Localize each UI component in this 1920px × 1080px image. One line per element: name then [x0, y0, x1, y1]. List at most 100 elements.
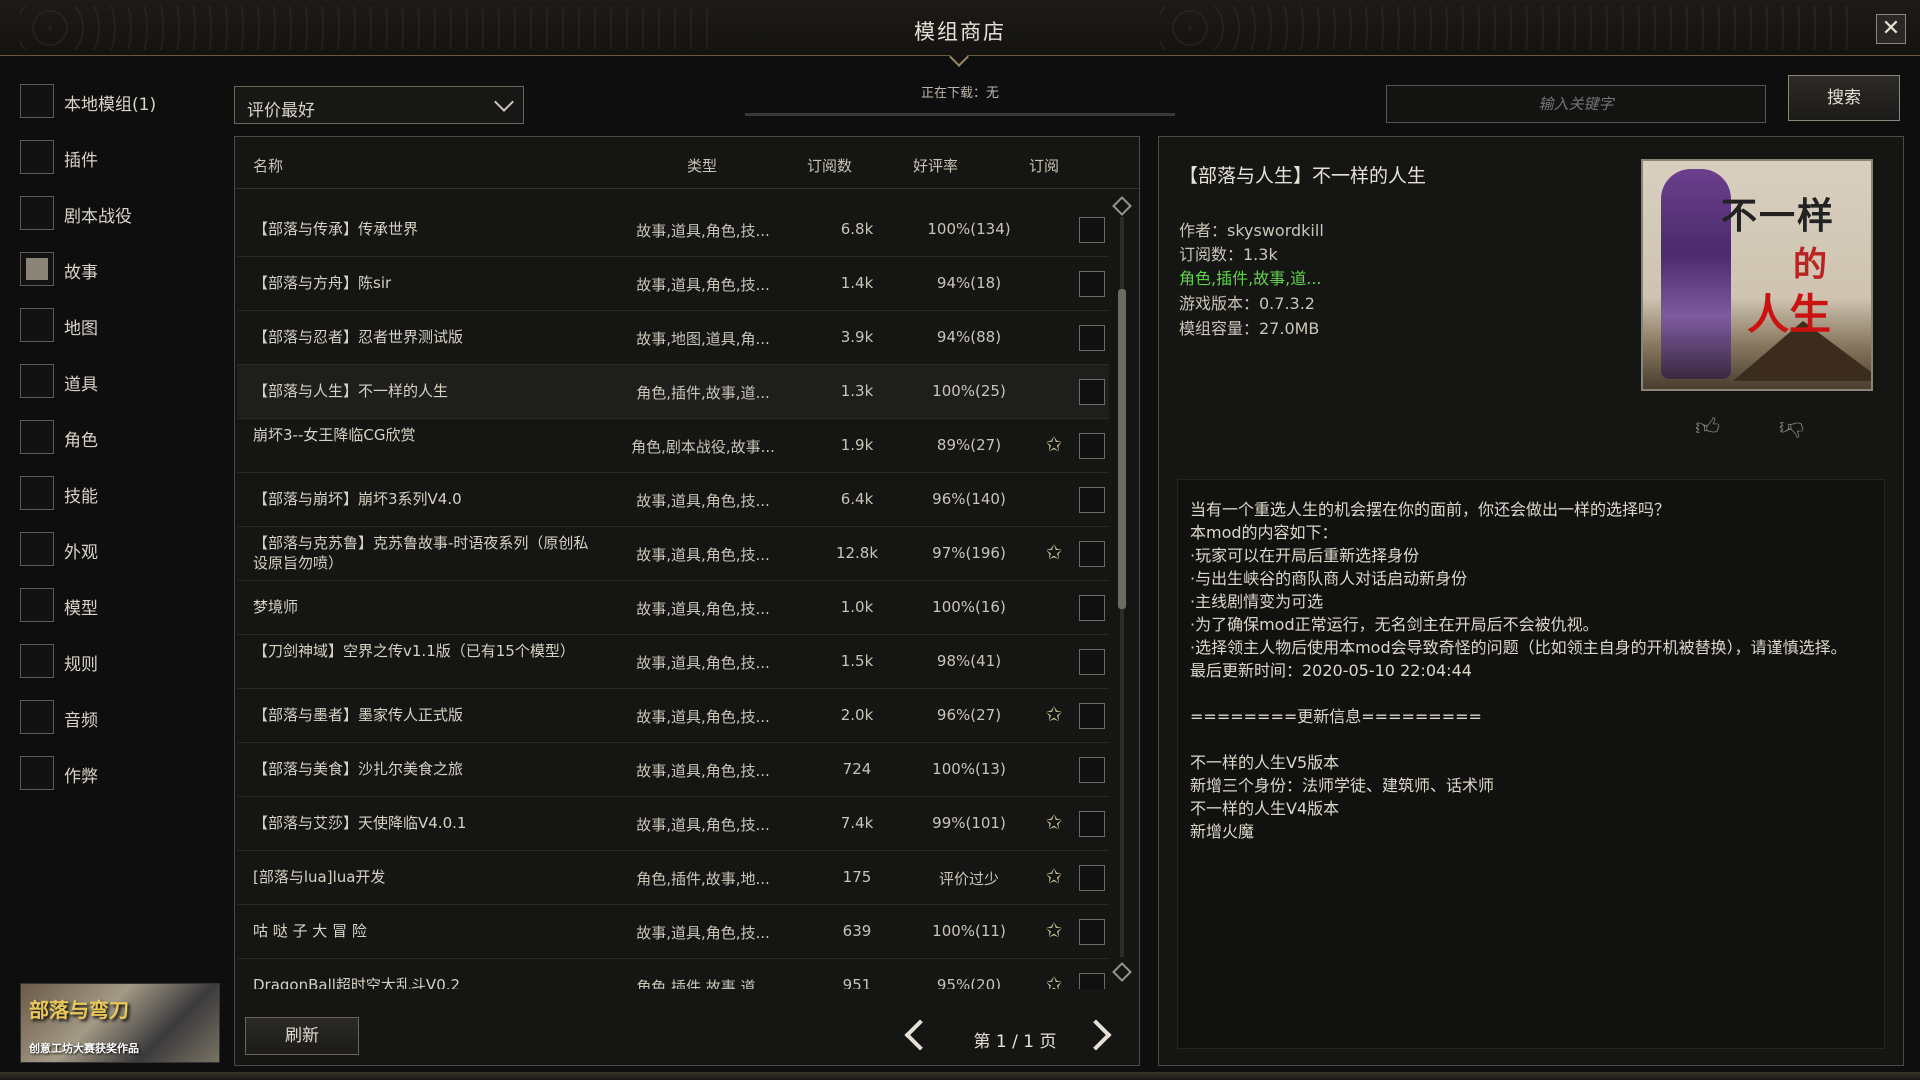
next-page-icon[interactable]	[1080, 1019, 1112, 1051]
header-subscribers[interactable]: 订阅数	[807, 155, 852, 176]
table-scrollbar[interactable]	[1112, 189, 1132, 989]
table-row[interactable]: 【部落与方舟】陈sir 故事,道具,角色,技... 1.4k 94%(18)	[237, 257, 1109, 311]
table-row[interactable]: 【部落与墨者】墨家传人正式版 故事,道具,角色,技... 2.0k 96%(27) ✩	[237, 689, 1109, 743]
subscribe-checkbox[interactable]	[1079, 595, 1105, 621]
detail-game-version: 游戏版本：0.7.3.2	[1179, 294, 1315, 313]
category-checkbox[interactable]	[20, 308, 54, 342]
refresh-button[interactable]: 刷新	[245, 1017, 359, 1055]
table-row[interactable]: 咕 哒 子 大 冒 险 故事,道具,角色,技... 639 100%(11) ✩	[237, 905, 1109, 959]
close-button[interactable]: ✕	[1876, 14, 1906, 44]
category-checkbox[interactable]	[20, 476, 54, 510]
description-line: 当有一个重选人生的机会摆在你的面前，你还会做出一样的选择吗？	[1190, 500, 1671, 519]
row-tags: 故事,道具,角色,技...	[636, 654, 770, 672]
header-rating[interactable]: 好评率	[913, 155, 958, 176]
category-checkbox[interactable]	[20, 644, 54, 678]
category-checkbox[interactable]	[20, 252, 54, 286]
subscribe-checkbox[interactable]	[1079, 919, 1105, 945]
row-tags: 角色,剧本战役,故事...	[631, 438, 775, 456]
subscribe-checkbox[interactable]	[1079, 433, 1105, 459]
row-tags: 故事,道具,角色,技...	[636, 492, 770, 510]
search-input[interactable]	[1386, 85, 1766, 123]
category-item[interactable]: 故事	[18, 250, 218, 286]
category-checkbox[interactable]	[20, 532, 54, 566]
description-line	[1190, 728, 1872, 751]
subscribe-checkbox[interactable]	[1079, 541, 1105, 567]
download-progress-bar	[745, 113, 1175, 116]
table-row[interactable]: [部落与lua]lua开发 角色,插件,故事,地... 175 评价过少 ✩	[237, 851, 1109, 905]
subscribe-checkbox[interactable]	[1079, 379, 1105, 405]
category-item[interactable]: 本地模组(1)	[18, 82, 218, 118]
header-subscribe[interactable]: 订阅	[1029, 155, 1059, 176]
row-subscribers: 1.0k	[840, 598, 874, 616]
subscribe-checkbox[interactable]	[1079, 703, 1105, 729]
category-item[interactable]: 音频	[18, 698, 218, 734]
row-rating: 94%(88)	[936, 328, 1002, 346]
subscribe-checkbox[interactable]	[1079, 217, 1105, 243]
detail-tags[interactable]: 角色,插件,故事,道...	[1179, 265, 1322, 289]
category-checkbox[interactable]	[20, 420, 54, 454]
row-rating: 100%(11)	[932, 922, 1006, 940]
description-line: 本mod的内容如下：	[1190, 523, 1338, 542]
subscribe-checkbox[interactable]	[1079, 325, 1105, 351]
window-frame-bottom	[0, 1072, 1920, 1080]
row-subscribers: 1.4k	[840, 274, 874, 292]
row-name: 【部落与忍者】忍者世界测试版	[253, 328, 464, 346]
subscribe-checkbox[interactable]	[1079, 973, 1105, 989]
table-row[interactable]: 【部落与艾莎】天使降临V4.0.1 故事,道具,角色,技... 7.4k 99%(10…	[237, 797, 1109, 851]
category-item[interactable]: 角色	[18, 418, 218, 454]
subscribe-checkbox[interactable]	[1079, 811, 1105, 837]
category-checkbox[interactable]	[20, 196, 54, 230]
row-rating: 100%(25)	[932, 382, 1006, 400]
category-item[interactable]: 外观	[18, 530, 218, 566]
table-row[interactable]: 【刀剑神域】空界之传v1.1版（已有15个模型） 故事,道具,角色,技... 1.5…	[237, 635, 1109, 689]
row-rating: 89%(27)	[936, 436, 1002, 454]
search-button[interactable]: 搜索	[1788, 75, 1900, 121]
category-label: 故事	[64, 263, 98, 283]
category-item[interactable]: 作弊	[18, 754, 218, 790]
table-row[interactable]: DragonBall超时空大乱斗V0.2 角色,插件,故事,道... 951 95%(…	[237, 959, 1109, 989]
thumbs-up-icon[interactable]: 👍︎	[1695, 413, 1720, 442]
table-row[interactable]: 【部落与人生】不一样的人生 角色,插件,故事,道... 1.3k 100%(25)	[237, 365, 1109, 419]
subscribe-checkbox[interactable]	[1079, 487, 1105, 513]
subscribe-checkbox[interactable]	[1079, 649, 1105, 675]
table-row[interactable]: 【部落与传承】传承世界 故事,道具,角色,技... 6.8k 100%(134)	[237, 203, 1109, 257]
title-ornament-icon	[949, 47, 969, 67]
category-checkbox[interactable]	[20, 588, 54, 622]
category-item[interactable]: 地图	[18, 306, 218, 342]
category-label: 道具	[64, 375, 98, 395]
header-type[interactable]: 类型	[687, 155, 717, 176]
prev-page-icon[interactable]	[904, 1019, 936, 1051]
scroll-down-icon[interactable]	[1112, 962, 1132, 982]
scroll-up-icon[interactable]	[1112, 196, 1132, 216]
header-name[interactable]: 名称	[253, 155, 283, 176]
category-checkbox[interactable]	[20, 364, 54, 398]
download-status: 正在下载：无	[920, 86, 999, 101]
row-name: DragonBall超时空大乱斗V0.2	[253, 976, 461, 989]
table-row[interactable]: 【部落与美食】沙扎尔美食之旅 故事,道具,角色,技... 724 100%(13)	[237, 743, 1109, 797]
table-row[interactable]: 【部落与克苏鲁】克苏鲁故事-时语夜系列（原创私设原旨勿喷） 故事,道具,角色,技.…	[237, 527, 1109, 581]
table-row[interactable]: 崩坏3--女王降临CG欣赏 角色,剧本战役,故事... 1.9k 89%(27) ✩	[237, 419, 1109, 473]
thumbs-down-icon[interactable]: 👍︎	[1779, 413, 1804, 442]
table-row[interactable]: 【部落与崩坏】崩坏3系列V4.0 故事,道具,角色,技... 6.4k 96%(140…	[237, 473, 1109, 527]
table-row[interactable]: 【部落与忍者】忍者世界测试版 故事,地图,道具,角... 3.9k 94%(88)	[237, 311, 1109, 365]
category-checkbox[interactable]	[20, 84, 54, 118]
category-item[interactable]: 道具	[18, 362, 218, 398]
category-checkbox[interactable]	[20, 756, 54, 790]
category-item[interactable]: 技能	[18, 474, 218, 510]
row-tags: 故事,道具,角色,技...	[636, 222, 770, 240]
subscribe-checkbox[interactable]	[1079, 757, 1105, 783]
category-item[interactable]: 插件	[18, 138, 218, 174]
category-item[interactable]: 规则	[18, 642, 218, 678]
subscribe-checkbox[interactable]	[1079, 865, 1105, 891]
sort-dropdown[interactable]: 评价最好	[234, 86, 524, 124]
description-line: ·与出生峡谷的商队商人对话启动新身份	[1190, 569, 1468, 588]
table-row[interactable]: 梦境师 故事,道具,角色,技... 1.0k 100%(16)	[237, 581, 1109, 635]
description-line: 不一样的人生V5版本	[1190, 753, 1340, 772]
category-checkbox[interactable]	[20, 700, 54, 734]
category-item[interactable]: 模型	[18, 586, 218, 622]
row-name: [部落与lua]lua开发	[253, 868, 386, 886]
subscribe-checkbox[interactable]	[1079, 271, 1105, 297]
scroll-thumb[interactable]	[1118, 289, 1126, 609]
category-checkbox[interactable]	[20, 140, 54, 174]
category-item[interactable]: 剧本战役	[18, 194, 218, 230]
